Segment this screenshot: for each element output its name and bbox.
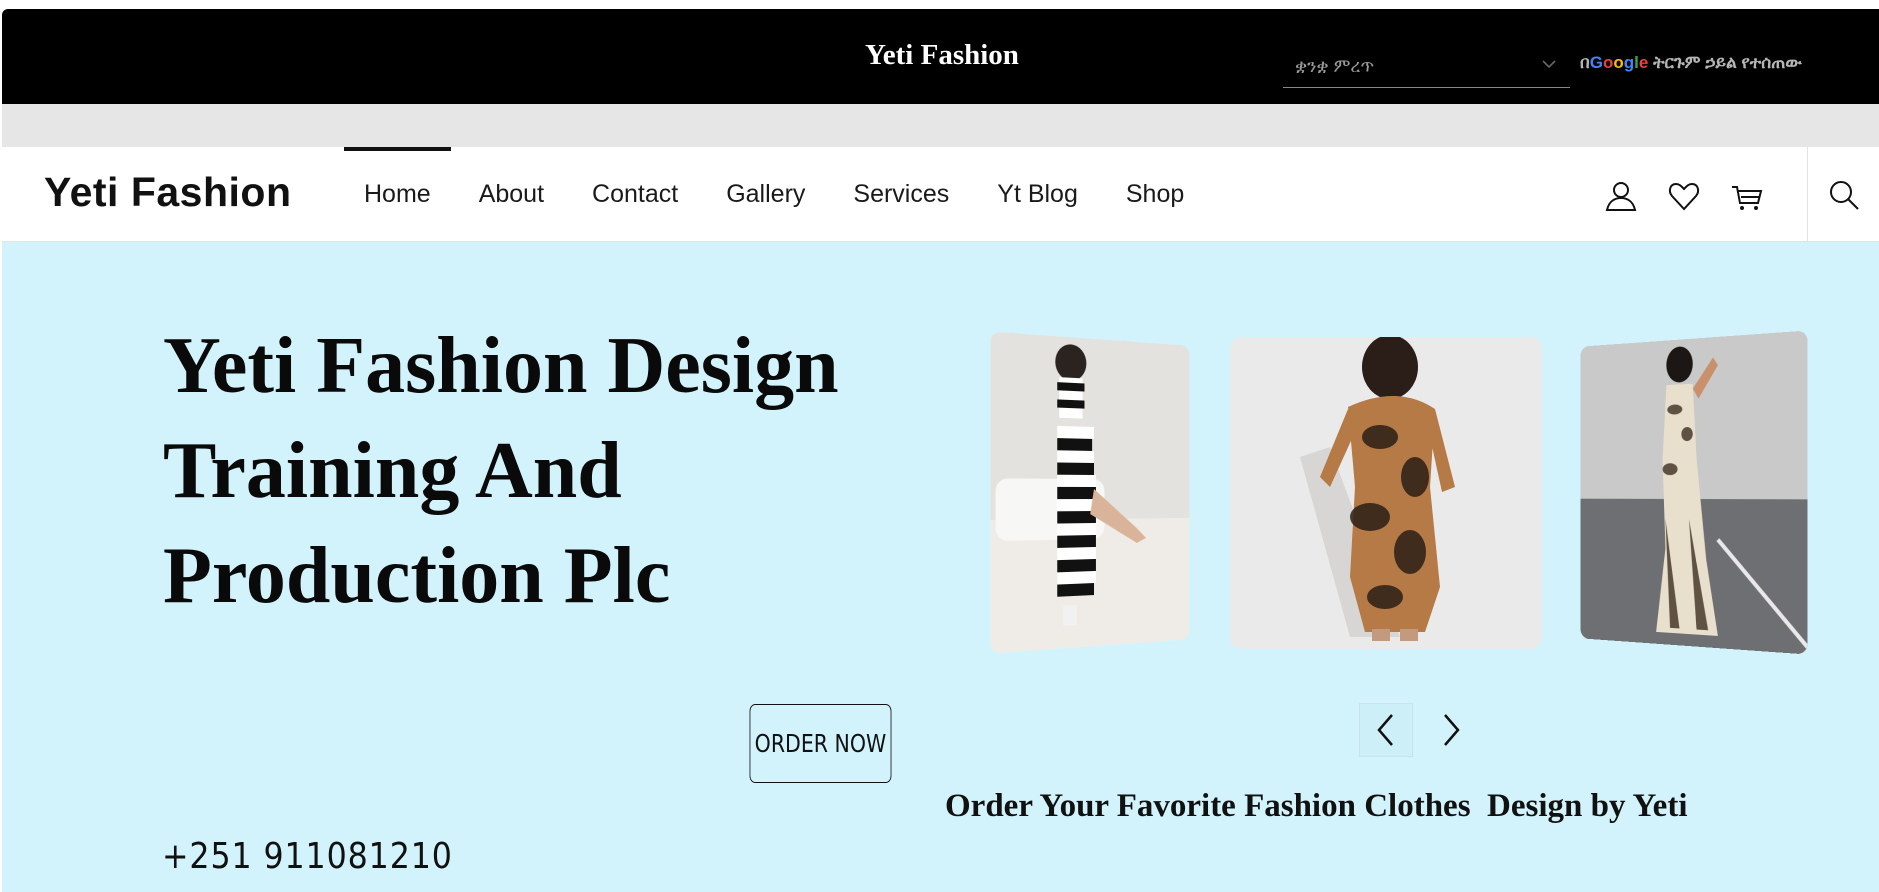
language-select-placeholder: ቋንቋ ምረጥ [1295, 55, 1375, 76]
hero-section: Yeti Fashion Design Training And Product… [2, 242, 1879, 892]
slide-image-striped-dress[interactable] [990, 331, 1190, 654]
search-button[interactable] [1807, 147, 1879, 242]
spacer-strip [2, 104, 1879, 147]
google-translate-credit[interactable]: በGoogle ትርጉም ኃይል የተሰጠው [1580, 53, 1802, 73]
order-now-button[interactable]: ORDER NOW [749, 704, 892, 783]
hero-title: Yeti Fashion Design Training And Product… [163, 322, 839, 620]
translate-suffix: ትርጉም ኃይል የተሰጠው [1648, 53, 1802, 72]
search-icon [1829, 180, 1859, 210]
nav-item-contact[interactable]: Contact [572, 147, 698, 242]
nav-item-gallery[interactable]: Gallery [706, 147, 825, 242]
user-icon[interactable] [1602, 177, 1640, 215]
chevron-left-icon [1377, 714, 1393, 746]
chevron-right-icon [1444, 714, 1460, 746]
nav-item-yt-blog[interactable]: Yt Blog [977, 147, 1098, 242]
translate-prefix: በ [1580, 53, 1590, 72]
slide-image-animal-print-dress[interactable] [1580, 330, 1808, 655]
hero-tagline: Order Your Favorite Fashion Clothes Desi… [945, 788, 1688, 824]
chevron-down-icon [1542, 60, 1556, 69]
tie-dye-dress-photo [1230, 337, 1542, 649]
nav-menu: Home About Contact Gallery Services Yt B… [344, 147, 1212, 242]
nav-item-services[interactable]: Services [833, 147, 969, 242]
carousel-next-button[interactable] [1424, 703, 1478, 757]
striped-dress-photo [990, 331, 1190, 654]
phone-number[interactable]: +251 911081210 [162, 836, 453, 877]
google-logo: Google [1589, 53, 1649, 72]
top-bar: Yeti Fashion ቋንቋ ምረጥ በGoogle ትርጉም ኃይል የተ… [2, 9, 1879, 104]
animal-print-dress-photo [1580, 330, 1808, 655]
nav-icons [1602, 177, 1766, 215]
cart-icon[interactable] [1728, 177, 1766, 215]
slide-image-tie-dye-dress[interactable] [1230, 337, 1542, 649]
language-select[interactable]: ቋንቋ ምረጥ [1283, 45, 1570, 88]
heart-icon[interactable] [1665, 177, 1703, 215]
nav-item-about[interactable]: About [459, 147, 564, 242]
nav-item-shop[interactable]: Shop [1106, 147, 1204, 242]
carousel-prev-button[interactable] [1359, 703, 1413, 757]
nav-item-home[interactable]: Home [344, 147, 451, 242]
site-logo[interactable]: Yeti Fashion [44, 169, 292, 216]
main-navigation: Yeti Fashion Home About Contact Gallery … [2, 147, 1879, 242]
